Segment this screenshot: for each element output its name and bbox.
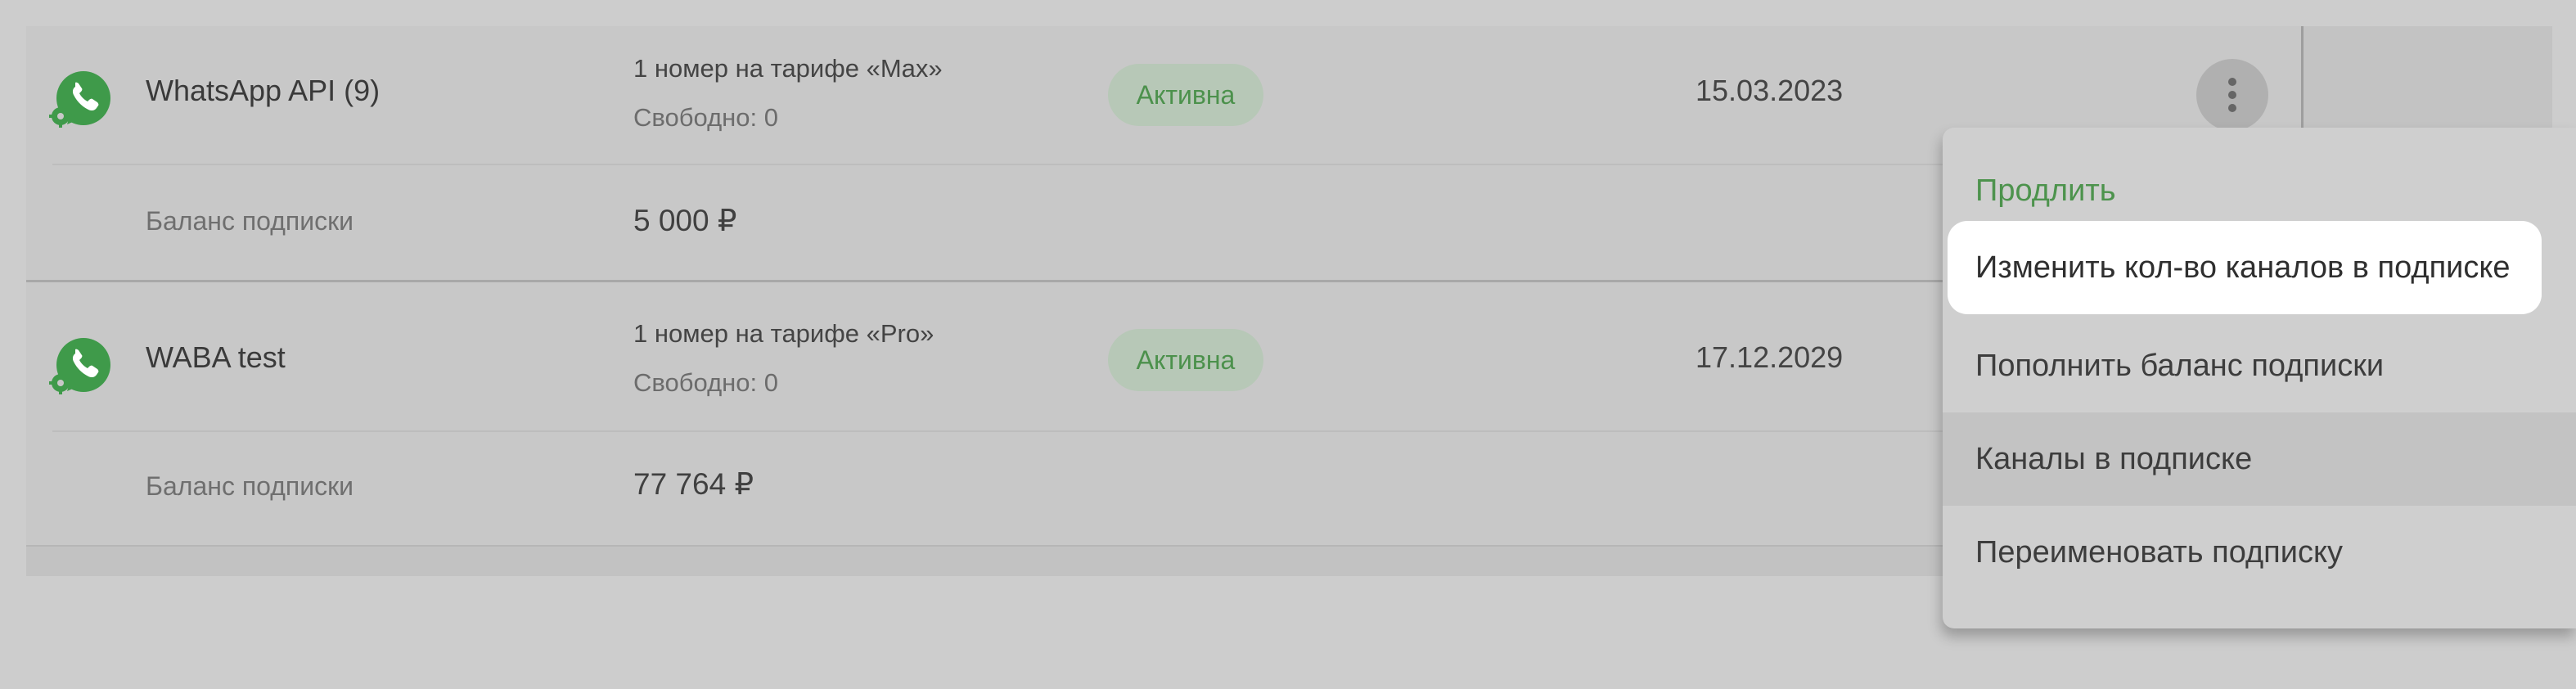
menu-item-rename[interactable]: Переименовать подписку: [1943, 506, 2576, 599]
subscription-date: 17.12.2029: [1696, 340, 1844, 374]
free-slots: Свободно: 0: [633, 103, 778, 132]
subscription-name: WhatsApp API (9): [146, 74, 381, 107]
menu-item-change-channels[interactable]: Изменить кол-во каналов в подписке: [1948, 221, 2542, 314]
whatsapp-icon: [49, 334, 113, 398]
more-vertical-icon: [2228, 78, 2236, 112]
balance-value: 77 764 ₽: [633, 467, 754, 501]
menu-item-channels[interactable]: Каналы в подписке: [1943, 412, 2576, 506]
subscription-actions-menu: Продлить Изменить кол-во каналов в подпи…: [1943, 128, 2576, 628]
free-slots: Свободно: 0: [633, 368, 778, 397]
whatsapp-icon: [49, 67, 113, 131]
balance-label: Баланс подписки: [146, 471, 354, 501]
subscription-date: 15.03.2023: [1696, 74, 1844, 107]
subscription-name: WABA test: [146, 340, 286, 374]
balance-value: 5 000 ₽: [633, 204, 737, 237]
menu-item-top-up-balance[interactable]: Пополнить баланс подписки: [1943, 319, 2576, 412]
status-badge: Активна: [1108, 329, 1263, 391]
balance-label: Баланс подписки: [146, 206, 354, 236]
subscription-plan: 1 номер на тарифе «Max»: [633, 54, 943, 83]
status-badge: Активна: [1108, 64, 1263, 126]
more-actions-button[interactable]: [2196, 59, 2268, 131]
subscription-plan: 1 номер на тарифе «Pro»: [633, 319, 934, 348]
